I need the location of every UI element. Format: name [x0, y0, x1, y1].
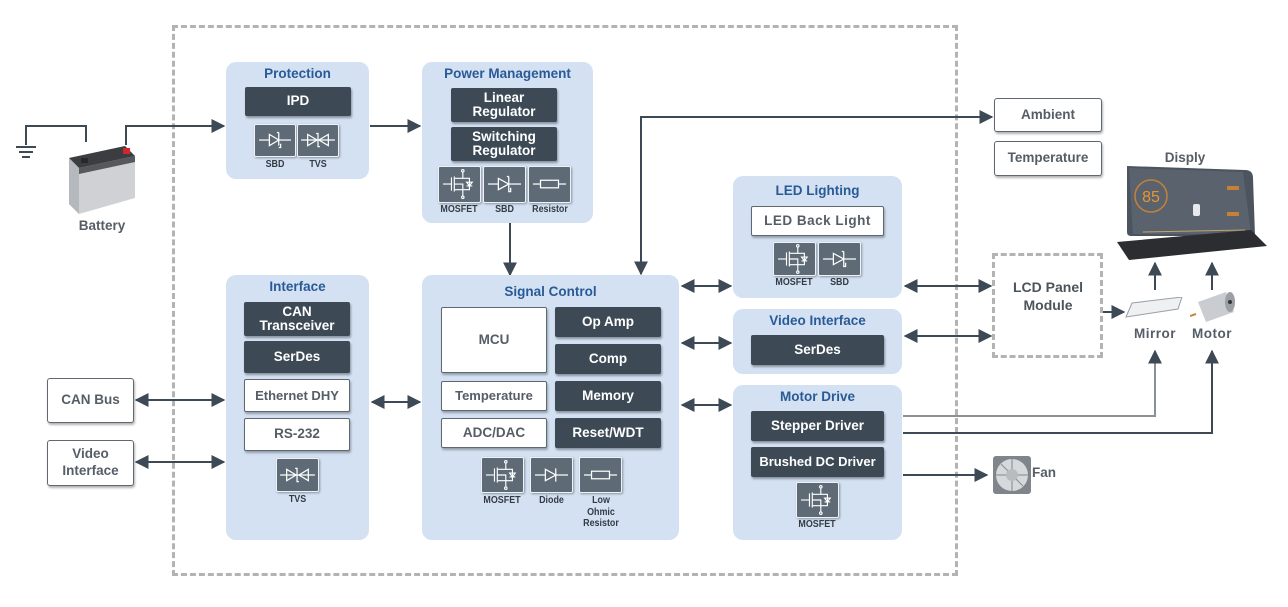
component-label: TVS	[288, 493, 307, 505]
component-label: TVS	[309, 158, 327, 170]
block-rs232: RS-232	[244, 418, 350, 451]
component-label: MOSFET	[775, 276, 813, 288]
battery-label: Battery	[78, 218, 126, 233]
mirror-icon	[1124, 296, 1184, 319]
tvs-icon	[297, 124, 339, 157]
block-serdes: SerDes	[244, 341, 350, 373]
block-brushed-dc-driver: Brushed DC Driver	[751, 447, 884, 477]
mirror-label: Mirror	[1133, 326, 1176, 341]
component-label: MOSFET	[483, 494, 521, 506]
sbd-icon	[818, 242, 861, 276]
mosfet-icon	[796, 482, 839, 518]
video-interface-box: Video Interface	[47, 440, 134, 486]
mosfet-icon	[438, 166, 481, 203]
motor-label: Motor	[1192, 326, 1232, 341]
group-protection: Protection IPD SBD TVS	[226, 62, 369, 179]
group-interface: Interface CAN Transceiver SerDes Etherne…	[226, 275, 369, 540]
tvs-icon	[276, 458, 319, 492]
block-memory: Memory	[555, 381, 661, 411]
component-label: SBD	[495, 203, 514, 215]
block-led-back-light: LED Back Light	[751, 206, 884, 236]
fan-icon	[993, 456, 1031, 494]
ambient-box: Ambient	[994, 98, 1102, 132]
mosfet-icon	[773, 242, 816, 276]
block-linear-regulator: Linear Regulator	[451, 88, 557, 122]
group-title: Interface	[269, 279, 326, 294]
component-label: Resistor	[532, 203, 568, 215]
sbd-icon	[483, 166, 526, 203]
fan-label: Fan	[1032, 465, 1057, 480]
group-title: Signal Control	[504, 284, 597, 299]
resistor-icon	[528, 166, 571, 203]
ground-icon	[16, 146, 36, 158]
block-mcu: MCU	[441, 307, 547, 373]
low-ohmic-resistor-icon	[579, 457, 622, 493]
mosfet-icon	[481, 457, 524, 493]
group-signal-control: Signal Control MCU Op Amp Comp Temperatu…	[422, 275, 679, 540]
group-power-management: Power Management Linear Regulator Switch…	[422, 62, 593, 223]
display-label: Disply	[1164, 150, 1206, 165]
lcd-panel-module-label: LCD Panel Module	[1012, 279, 1083, 313]
display-icon: 85	[1115, 164, 1275, 264]
block-temperature: Temperature	[441, 381, 547, 411]
battery-icon	[65, 138, 137, 216]
group-title: Motor Drive	[779, 389, 855, 404]
block-reset-wdt: Reset/WDT	[555, 418, 661, 448]
group-title: Protection	[264, 66, 331, 81]
block-serdes: SerDes	[751, 335, 884, 365]
group-led-lighting: LED Lighting LED Back Light MOSFET SBD	[733, 176, 902, 298]
component-label: SBD	[265, 158, 285, 170]
component-label: Diode	[539, 494, 564, 506]
component-label: Low Ohmic Resistor	[583, 494, 619, 530]
display-speed-readout: 85	[1142, 189, 1160, 206]
block-stepper-driver: Stepper Driver	[751, 411, 884, 441]
block-adc-dac: ADC/DAC	[441, 418, 547, 448]
component-label: MOSFET	[798, 518, 836, 530]
group-motor-drive: Motor Drive Stepper Driver Brushed DC Dr…	[733, 385, 902, 540]
block-switching-regulator: Switching Regulator	[451, 127, 557, 161]
diode-icon	[530, 457, 573, 493]
block-comp: Comp	[555, 344, 661, 374]
temperature-box: Temperature	[994, 141, 1102, 176]
sbd-icon	[254, 124, 296, 157]
block-op-amp: Op Amp	[555, 307, 661, 337]
component-label: SBD	[830, 276, 849, 288]
group-title: Power Management	[444, 66, 571, 81]
can-bus-box: CAN Bus	[47, 378, 134, 423]
group-video-interface: Video Interface SerDes	[733, 309, 902, 374]
group-title: Video Interface	[769, 313, 866, 328]
block-ipd: IPD	[245, 87, 351, 116]
group-title: LED Lighting	[775, 183, 860, 198]
motor-icon	[1189, 290, 1240, 324]
component-label: MOSFET	[440, 203, 478, 215]
block-can-transceiver: CAN Transceiver	[244, 302, 350, 336]
block-ethernet-phy: Ethernet DHY	[244, 379, 350, 412]
